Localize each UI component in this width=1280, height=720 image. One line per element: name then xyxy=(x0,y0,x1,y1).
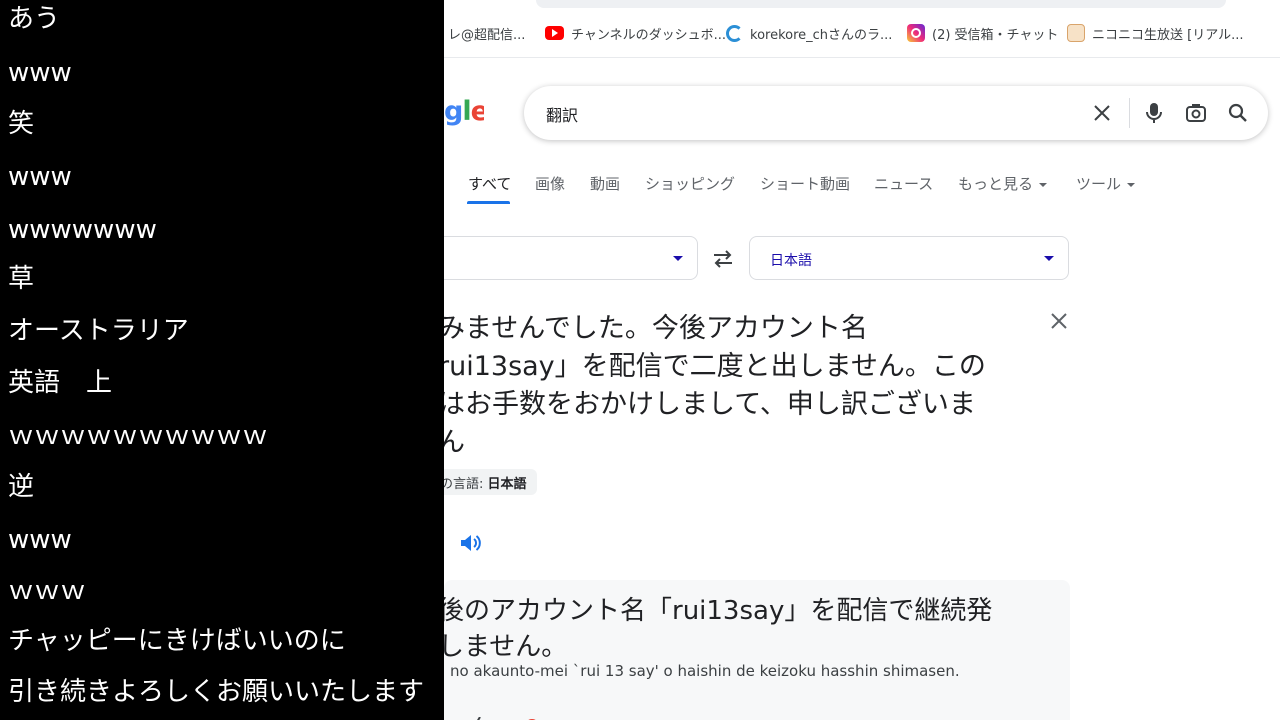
tab-short-videos[interactable]: ショート動画 xyxy=(760,173,850,194)
comment: www xyxy=(8,162,72,192)
bookmark-label: korekore_chさんのラ... xyxy=(750,27,893,43)
comment: 引き続きよろしくお願いいたします xyxy=(8,677,425,707)
detected-language-label: の言語: xyxy=(440,477,484,492)
tab-more[interactable]: もっと見る xyxy=(958,173,1048,194)
ring-icon xyxy=(726,24,743,42)
source-text-line[interactable]: はお手数をおかけしまして、申し訳ございま xyxy=(438,382,976,421)
comment: 笑 xyxy=(8,109,35,139)
comment: 英語 上 xyxy=(8,368,113,398)
comment: あう xyxy=(8,4,61,34)
comment: オーストラリア xyxy=(8,316,189,346)
clear-icon[interactable] xyxy=(1089,100,1115,126)
result-text-line: しません。 xyxy=(438,632,568,662)
search-divider xyxy=(1129,98,1130,128)
microphone-icon[interactable] xyxy=(1141,100,1167,126)
tab-images[interactable]: 画像 xyxy=(535,173,565,194)
source-language-select[interactable] xyxy=(430,236,698,280)
tab-more-label: もっと見る xyxy=(958,175,1034,193)
tab-news[interactable]: ニュース xyxy=(874,173,933,194)
detected-language-value: 日本語 xyxy=(487,477,527,492)
lens-camera-icon[interactable] xyxy=(1183,100,1209,126)
speaker-icon[interactable] xyxy=(459,532,483,554)
dropdown-arrow-icon xyxy=(1044,256,1054,261)
logo-fragment: g xyxy=(444,96,463,127)
active-tab-indicator xyxy=(467,201,510,204)
close-icon[interactable] xyxy=(1048,310,1070,332)
result-actions xyxy=(468,712,548,720)
comment: ｗｗｗｗｗｗｗｗｗｗ xyxy=(8,421,269,451)
chevron-down-icon xyxy=(1039,182,1048,187)
tab-videos[interactable]: 動画 xyxy=(590,173,620,194)
bookmark-label: ニコニコ生放送 [リアル... xyxy=(1092,27,1244,43)
bookmark-label: レ@超配信... xyxy=(448,27,526,43)
comment: 逆 xyxy=(8,472,35,502)
bookmark-item[interactable]: チャンネルのダッシュボ... xyxy=(545,24,727,43)
bookmarks-bar: レ@超配信... チャンネルのダッシュボ... korekore_chさんのラ.… xyxy=(444,0,1280,58)
search-input[interactable]: 翻訳 xyxy=(546,102,578,126)
result-text-line: 後のアカウント名「rui13say」を配信で継続発 xyxy=(438,596,993,626)
bookmark-item[interactable]: (2) 受信箱・チャット xyxy=(907,24,1059,43)
target-language-select[interactable]: 日本語 xyxy=(749,236,1069,280)
comment: ｗｗｗ xyxy=(8,576,87,606)
chevron-down-icon xyxy=(1127,182,1136,187)
bookmark-item[interactable]: korekore_chさんのラ... xyxy=(726,24,893,43)
tab-shopping[interactable]: ショッピング xyxy=(645,173,735,194)
bookmark-label: チャンネルのダッシュボ... xyxy=(571,27,727,43)
tab-tools-label: ツール xyxy=(1076,175,1122,193)
romanization-text: no akaunto-mei `rui 13 say' o haishin de… xyxy=(450,662,960,680)
search-box[interactable]: 翻訳 xyxy=(524,86,1268,140)
bookmark-label: (2) 受信箱・チャット xyxy=(932,27,1059,43)
omnibox-edge xyxy=(536,0,1226,8)
comment: www xyxy=(8,58,72,88)
source-text-line[interactable]: rui13say」を配信で二度と出しません。この xyxy=(438,344,986,383)
bookmark-item[interactable]: ニコニコ生放送 [リアル... xyxy=(1067,24,1244,43)
youtube-icon xyxy=(545,26,564,40)
comment: 草 xyxy=(8,264,35,294)
swap-languages-icon[interactable] xyxy=(711,248,735,270)
comment: チャッピーにきけばいいのに xyxy=(8,626,346,656)
detected-language-chip: の言語: 日本語 xyxy=(434,469,537,495)
source-text-line[interactable]: みませんでした。今後アカウント名 xyxy=(438,306,868,345)
tab-all[interactable]: すべて xyxy=(468,173,511,194)
comment-overlay: あう www 笑 www wwwwwww 草 オーストラリア 英語 上 ｗｗｗｗ… xyxy=(0,0,444,720)
instagram-icon xyxy=(907,24,925,42)
google-logo[interactable]: gle xyxy=(444,96,484,130)
target-language-label: 日本語 xyxy=(770,253,812,269)
comment: wwwwwww xyxy=(8,215,157,245)
dropdown-arrow-icon xyxy=(673,256,683,261)
comment: www xyxy=(8,525,72,555)
search-icon[interactable] xyxy=(1225,100,1251,126)
bookmark-item[interactable]: レ@超配信... xyxy=(448,24,526,43)
niconico-icon xyxy=(1067,24,1085,42)
tab-tools[interactable]: ツール xyxy=(1076,173,1136,194)
